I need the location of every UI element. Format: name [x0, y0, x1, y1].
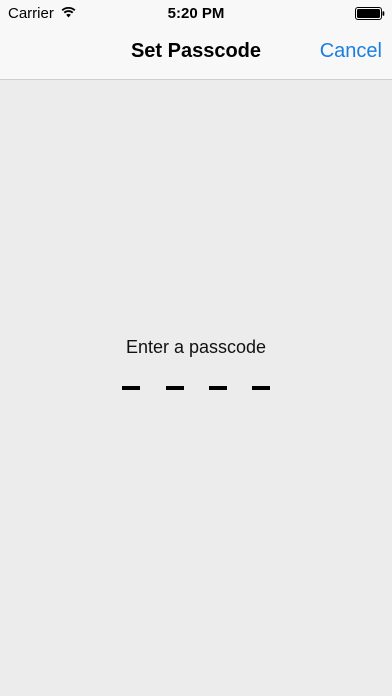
passcode-digit-placeholder: [209, 386, 227, 390]
passcode-digit-placeholder: [166, 386, 184, 390]
cancel-button[interactable]: Cancel: [320, 40, 382, 63]
battery-icon: [355, 7, 385, 20]
passcode-prompt: Enter a passcode: [125, 337, 267, 357]
top-bar: Carrier 5:20 PM Set Passcode Cancel: [0, 0, 392, 80]
nav-bar: Set Passcode Cancel: [0, 26, 392, 79]
passcode-screen: Carrier 5:20 PM Set Passcode Cancel Ente…: [0, 0, 392, 696]
passcode-digit-placeholder: [252, 386, 270, 390]
passcode-input[interactable]: [0, 386, 392, 390]
status-time: 5:20 PM: [167, 5, 225, 22]
status-bar: Carrier 5:20 PM: [0, 0, 392, 26]
passcode-digit-placeholder: [122, 386, 140, 390]
